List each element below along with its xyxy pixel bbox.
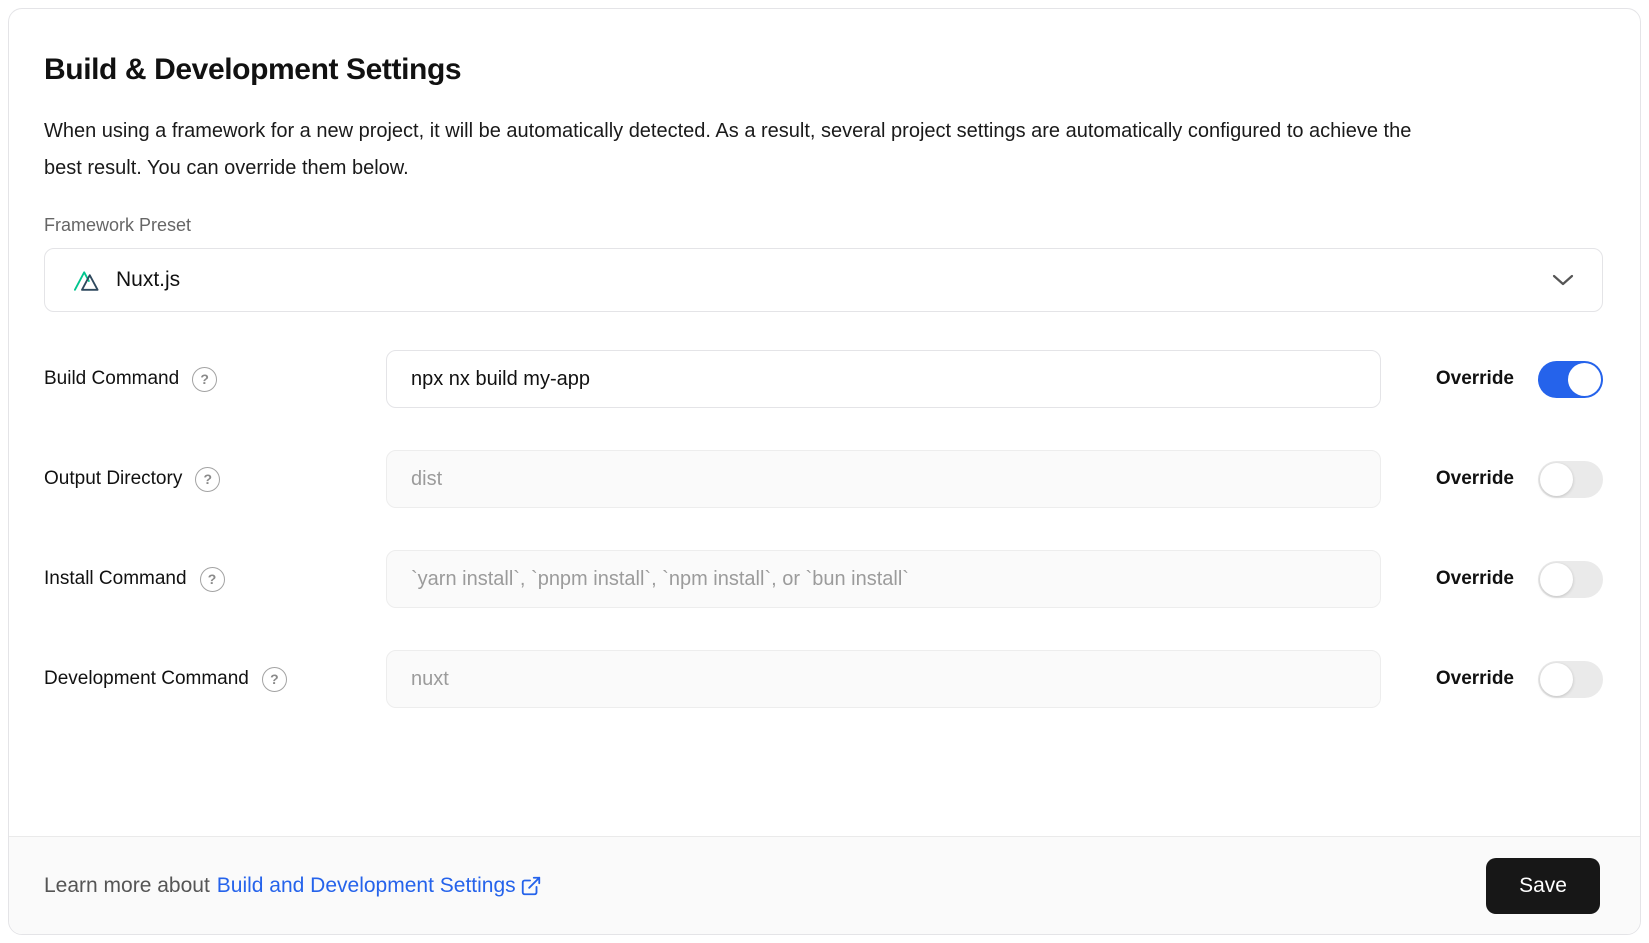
override-label: Override	[1436, 368, 1514, 390]
page-title: Build & Development Settings	[44, 53, 1605, 87]
external-link-icon	[520, 875, 542, 897]
output-directory-override-toggle[interactable]	[1538, 461, 1603, 498]
development-command-label: Development Command	[44, 668, 249, 690]
output-directory-label: Output Directory	[44, 468, 182, 490]
toggle-knob	[1568, 363, 1601, 396]
settings-description: When using a framework for a new project…	[44, 113, 1444, 187]
framework-preset-select[interactable]: Nuxt.js	[44, 248, 1603, 312]
development-command-override-toggle[interactable]	[1538, 661, 1603, 698]
settings-rows: Build Command ? Override Output Director…	[44, 350, 1605, 708]
override-label: Override	[1436, 468, 1514, 490]
row-label-wrap: Development Command ?	[44, 667, 386, 692]
learn-more-link-label: Build and Development Settings	[217, 874, 516, 898]
build-dev-settings-link[interactable]: Build and Development Settings	[217, 874, 542, 898]
override-label: Override	[1436, 568, 1514, 590]
chevron-down-icon	[1552, 274, 1574, 286]
toggle-knob	[1540, 463, 1573, 496]
build-command-input[interactable]	[386, 350, 1381, 408]
install-command-input	[386, 550, 1381, 608]
install-command-override-toggle[interactable]	[1538, 561, 1603, 598]
override-label: Override	[1436, 668, 1514, 690]
row-label-wrap: Output Directory ?	[44, 467, 386, 492]
question-circle-icon[interactable]: ?	[262, 667, 287, 692]
question-circle-icon[interactable]: ?	[195, 467, 220, 492]
build-command-override-toggle[interactable]	[1538, 361, 1603, 398]
build-command-label: Build Command	[44, 368, 179, 390]
question-circle-icon[interactable]: ?	[200, 567, 225, 592]
save-button[interactable]: Save	[1486, 858, 1600, 914]
development-command-input	[386, 650, 1381, 708]
row-label-wrap: Build Command ?	[44, 367, 386, 392]
learn-more-text-wrap: Learn more about Build and Development S…	[44, 874, 542, 898]
nuxt-logo-icon	[73, 268, 103, 292]
framework-preset-label: Framework Preset	[44, 215, 1605, 236]
toggle-knob	[1540, 663, 1573, 696]
card-body: Build & Development Settings When using …	[9, 9, 1640, 836]
output-directory-input	[386, 450, 1381, 508]
row-label-wrap: Install Command ?	[44, 567, 386, 592]
framework-preset-value: Nuxt.js	[116, 268, 180, 292]
setting-row-development-command: Development Command ? Override	[44, 650, 1603, 708]
learn-more-text: Learn more about	[44, 874, 210, 898]
setting-row-install-command: Install Command ? Override	[44, 550, 1603, 608]
install-command-label: Install Command	[44, 568, 187, 590]
card-footer: Learn more about Build and Development S…	[9, 836, 1640, 934]
setting-row-output-directory: Output Directory ? Override	[44, 450, 1603, 508]
setting-row-build-command: Build Command ? Override	[44, 350, 1603, 408]
toggle-knob	[1540, 563, 1573, 596]
build-dev-settings-card: Build & Development Settings When using …	[8, 8, 1641, 935]
question-circle-icon[interactable]: ?	[192, 367, 217, 392]
